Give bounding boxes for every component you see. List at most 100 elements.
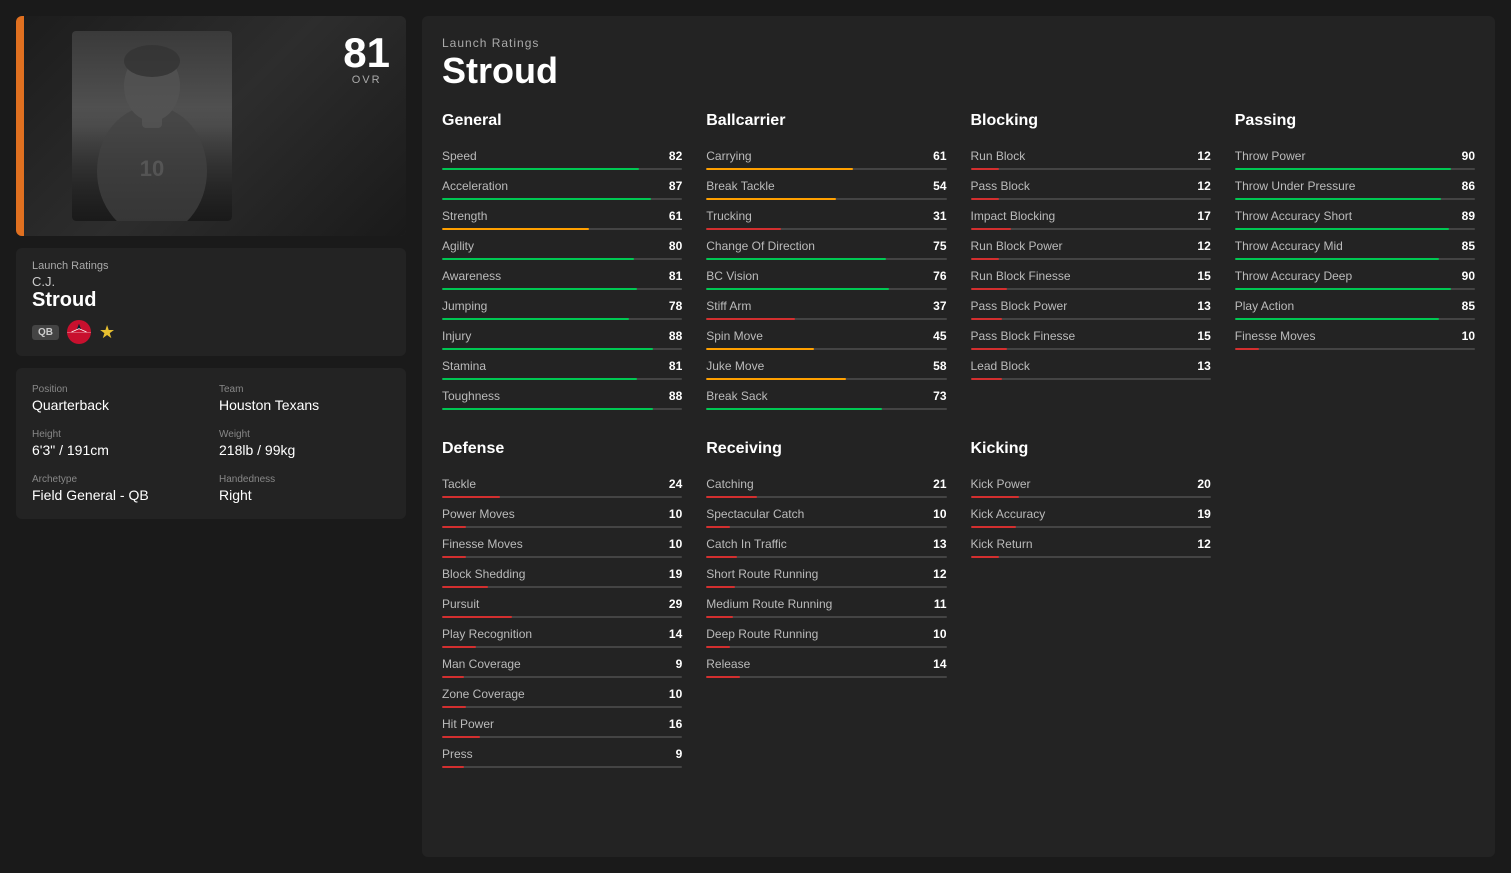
stat-bar-fill [706,318,795,320]
stat-bar [442,676,682,678]
stat-name: BC Vision [706,269,758,283]
stat-name: Spin Move [706,329,763,343]
stat-bar-fill [1235,318,1439,320]
ratings-header: Launch Ratings Stroud [442,36,1475,92]
height-label: Height [32,429,203,440]
stat-bar-fill [442,348,653,350]
stat-value: 12 [1187,239,1211,253]
stat-value: 9 [658,747,682,761]
stat-name-value: Block Shedding19 [442,564,682,584]
section-title: Kicking [971,440,1211,462]
stat-value: 9 [658,657,682,671]
stat-row: Throw Accuracy Short89 [1235,206,1475,230]
stat-name-value: Strength61 [442,206,682,226]
stat-name: Injury [442,329,471,343]
stat-value: 61 [658,209,682,223]
stat-row: Strength61 [442,206,682,230]
stat-bar-fill [1235,228,1449,230]
team-detail: Team Houston Texans [219,384,390,413]
stat-row: Stamina81 [442,356,682,380]
stat-value: 12 [1187,179,1211,193]
stat-name: Play Action [1235,299,1294,313]
stat-bar-fill [971,318,1002,320]
stat-bar-fill [706,348,814,350]
stat-value: 11 [923,597,947,611]
stat-row: Juke Move58 [706,356,946,380]
stat-name: Press [442,747,473,761]
stat-name: Deep Route Running [706,627,818,641]
stat-name-value: Press 9 [442,744,682,764]
stat-value: 12 [923,567,947,581]
stat-value: 21 [923,477,947,491]
stat-name-value: Run Block Power 12 [971,236,1211,256]
stat-bar [442,348,682,350]
stat-name: Agility [442,239,474,253]
section-title: Passing [1235,112,1475,134]
stat-bar-fill [442,766,464,768]
stat-bar-fill [971,198,1000,200]
stat-row: Pursuit29 [442,594,682,618]
stat-name-value: Stamina81 [442,356,682,376]
team-label: Team [219,384,390,395]
section-blocking: BlockingRun Block12Pass Block12Impact Bl… [971,112,1211,416]
stat-name: Kick Return [971,537,1033,551]
section-passing: Passing Throw Power90 Throw Under Pressure… [1235,112,1475,416]
accent-bar [16,16,24,236]
stat-row: Pass Block 12 [971,176,1211,200]
stat-bar-fill [442,616,512,618]
stat-bar [706,318,946,320]
stat-name: Break Tackle [706,179,774,193]
stat-name: Pass Block [971,179,1030,193]
player-details-card: Position Quarterback Team Houston Texans… [16,368,406,519]
stat-value: 31 [923,209,947,223]
ratings-row-1: GeneralSpeed82Acceleration87Strength61Ag… [442,112,1475,416]
section-receiving: ReceivingCatching21Spectacular Catch10Ca… [706,440,946,774]
stat-bar-fill [442,676,464,678]
stat-name-value: Toughness88 [442,386,682,406]
stat-name-value: Carrying61 [706,146,946,166]
left-panel: 10 81 OVR Launch Ratings C.J. Stroud QB … [16,16,406,857]
stat-name: Kick Accuracy [971,507,1046,521]
stat-bar [971,348,1211,350]
stat-name-value: Run Block Finesse15 [971,266,1211,286]
weight-label: Weight [219,429,390,440]
stat-row: Power Moves10 [442,504,682,528]
stat-bar [971,526,1211,528]
stat-name-value: Man Coverage9 [442,654,682,674]
stat-bar-fill [706,616,732,618]
stat-bar [1235,288,1475,290]
stat-name-value: Change Of Direction75 [706,236,946,256]
stat-name-value: Deep Route Running10 [706,624,946,644]
stat-name-value: Throw Power90 [1235,146,1475,166]
stat-name: Carrying [706,149,751,163]
stat-bar [442,168,682,170]
stat-bar [971,288,1211,290]
stat-name: Throw Accuracy Short [1235,209,1352,223]
stat-name: Run Block Power [971,239,1063,253]
stat-name: Change Of Direction [706,239,815,253]
stat-row: Awareness81 [442,266,682,290]
stat-name: Run Block Finesse [971,269,1071,283]
stat-row: Impact Blocking17 [971,206,1211,230]
stat-bar [442,736,682,738]
player-card: 10 81 OVR [16,16,406,236]
stat-bar [706,378,946,380]
stat-bar-fill [442,646,476,648]
stat-value: 85 [1451,239,1475,253]
stat-bar-fill [442,288,637,290]
stat-bar [971,378,1211,380]
stat-name-value: Catch In Traffic13 [706,534,946,554]
stat-bar-fill [442,526,466,528]
stat-name: Throw Under Pressure [1235,179,1356,193]
stat-row: Jumping78 [442,296,682,320]
stat-name-value: Jumping78 [442,296,682,316]
stat-name: Lead Block [971,359,1030,373]
section-title: General [442,112,682,134]
stat-value: 54 [923,179,947,193]
stat-row: Catch In Traffic13 [706,534,946,558]
stat-row: Zone Coverage10 [442,684,682,708]
ratings-row-2: DefenseTackle24Power Moves10Finesse Move… [442,440,1475,774]
ratings-grid: GeneralSpeed82Acceleration87Strength61Ag… [442,112,1475,774]
section-general: GeneralSpeed82Acceleration87Strength61Ag… [442,112,682,416]
stat-bar-fill [706,258,886,260]
